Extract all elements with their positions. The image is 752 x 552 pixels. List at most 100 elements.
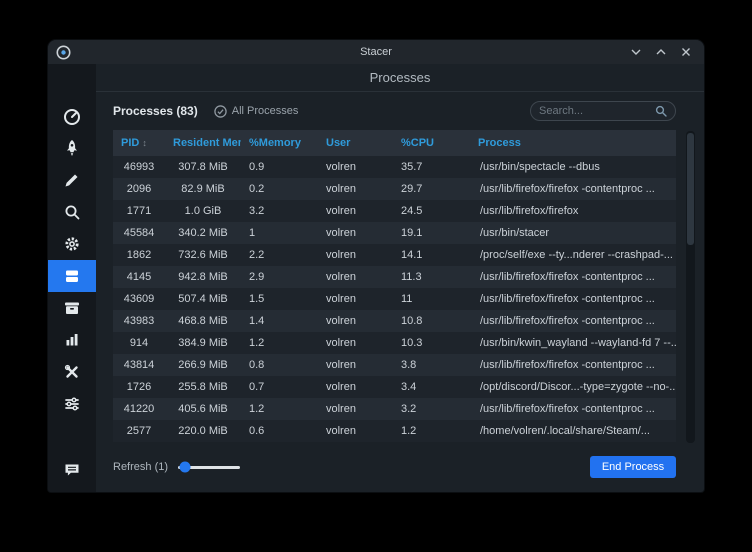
cell-memory-percent: 0.8	[241, 354, 318, 376]
cell-memory-percent: 0.2	[241, 178, 318, 200]
end-process-button[interactable]: End Process	[590, 456, 676, 478]
cell-user: volren	[318, 354, 393, 376]
cell-cpu-percent: 1.2	[393, 420, 470, 442]
cell-pid: 1771	[113, 200, 165, 222]
cell-resident-memory: 82.9 MiB	[165, 178, 241, 200]
sidebar-item-settings[interactable]	[48, 388, 96, 420]
table-row[interactable]: 1862732.6 MiB2.2volren14.1/proc/self/exe…	[113, 244, 676, 266]
sidebar-item-feedback[interactable]	[48, 454, 96, 486]
toolbar: Processes (83) All Processes	[96, 92, 704, 130]
gauge-icon	[62, 106, 82, 126]
sliders-icon	[63, 395, 81, 413]
all-processes-checkbox[interactable]: All Processes	[214, 105, 299, 118]
table-row[interactable]: 1726255.8 MiB0.7volren3.4/opt/discord/Di…	[113, 376, 676, 398]
table-row[interactable]: 43609507.4 MiB1.5volren11/usr/lib/firefo…	[113, 288, 676, 310]
cell-process: /usr/bin/kwin_wayland --wayland-fd 7 --.…	[470, 332, 676, 354]
cell-process: /usr/lib/firefox/firefox -contentproc ..…	[470, 178, 676, 200]
table-row[interactable]: 45584340.2 MiB1volren19.1/usr/bin/stacer	[113, 222, 676, 244]
column-header-user[interactable]: User	[318, 130, 393, 156]
table-header-row: PID↕Resident Mem%MemoryUser%CPUProcess	[113, 130, 676, 156]
table-row[interactable]: 17711.0 GiB3.2volren24.5/usr/lib/firefox…	[113, 200, 676, 222]
cell-user: volren	[318, 398, 393, 420]
table-row[interactable]: 2577220.0 MiB0.6volren1.2/home/volren/.l…	[113, 420, 676, 442]
cell-cpu-percent: 3.8	[393, 354, 470, 376]
table-row[interactable]: 43983468.8 MiB1.4volren10.8/usr/lib/fire…	[113, 310, 676, 332]
package-icon	[63, 299, 81, 317]
cell-resident-memory: 1.0 GiB	[165, 200, 241, 222]
cell-user: volren	[318, 332, 393, 354]
footer: Refresh (1) End Process	[96, 442, 704, 492]
sidebar-item-dashboard[interactable]	[48, 100, 96, 132]
cell-process: /home/volren/.local/share/Steam/...	[470, 420, 676, 442]
cell-pid: 2577	[113, 420, 165, 442]
close-icon[interactable]	[680, 46, 692, 58]
feedback-icon	[63, 461, 81, 479]
sidebar	[48, 64, 96, 492]
cell-process: /opt/discord/Discor...-type=zygote --no-…	[470, 376, 676, 398]
minimize-icon[interactable]	[630, 46, 642, 58]
page-title: Processes	[96, 64, 704, 92]
cell-cpu-percent: 19.1	[393, 222, 470, 244]
sidebar-item-startup-apps[interactable]	[48, 132, 96, 164]
table-row[interactable]: 914384.9 MiB1.2volren10.3/usr/bin/kwin_w…	[113, 332, 676, 354]
table-scrollbar[interactable]	[686, 131, 695, 443]
maximize-icon[interactable]	[655, 46, 667, 58]
cell-memory-percent: 1.2	[241, 332, 318, 354]
cell-memory-percent: 0.7	[241, 376, 318, 398]
cell-cpu-percent: 11	[393, 288, 470, 310]
cell-user: volren	[318, 178, 393, 200]
window-title: Stacer	[48, 46, 704, 58]
column-header-memory-percent[interactable]: %Memory	[241, 130, 318, 156]
sidebar-item-search[interactable]	[48, 196, 96, 228]
sidebar-item-services[interactable]	[48, 228, 96, 260]
sidebar-item-system-cleaner[interactable]	[48, 164, 96, 196]
table-row[interactable]: 46993307.8 MiB0.9volren35.7/usr/bin/spec…	[113, 156, 676, 178]
processes-count-label: Processes (83)	[113, 104, 198, 118]
cell-process: /usr/lib/firefox/firefox -contentproc ..…	[470, 310, 676, 332]
search-input[interactable]	[539, 105, 655, 117]
stacer-window: Stacer	[48, 40, 704, 492]
sidebar-item-helpers[interactable]	[48, 356, 96, 388]
table-row[interactable]: 41220405.6 MiB1.2volren3.2/usr/lib/firef…	[113, 398, 676, 420]
gear-icon	[63, 235, 81, 253]
cell-user: volren	[318, 200, 393, 222]
sidebar-item-resources[interactable]	[48, 324, 96, 356]
column-header-resident-memory[interactable]: Resident Mem	[165, 130, 241, 156]
column-header-process[interactable]: Process	[470, 130, 676, 156]
refresh-label: Refresh (1)	[113, 461, 168, 473]
column-header-pid[interactable]: PID↕	[113, 130, 165, 156]
scrollbar-thumb[interactable]	[687, 133, 694, 245]
cell-pid: 914	[113, 332, 165, 354]
sidebar-item-processes[interactable]	[48, 260, 96, 292]
cell-process: /usr/lib/firefox/firefox -contentproc ..…	[470, 266, 676, 288]
cell-user: volren	[318, 310, 393, 332]
cell-resident-memory: 405.6 MiB	[165, 398, 241, 420]
cell-resident-memory: 468.8 MiB	[165, 310, 241, 332]
cell-resident-memory: 255.8 MiB	[165, 376, 241, 398]
cell-cpu-percent: 10.8	[393, 310, 470, 332]
slider-knob[interactable]	[180, 462, 191, 473]
refresh-interval-slider[interactable]	[178, 466, 240, 469]
cell-memory-percent: 0.9	[241, 156, 318, 178]
table-row[interactable]: 43814266.9 MiB0.8volren3.8/usr/lib/firef…	[113, 354, 676, 376]
cell-user: volren	[318, 420, 393, 442]
cell-memory-percent: 2.2	[241, 244, 318, 266]
cell-memory-percent: 0.6	[241, 420, 318, 442]
table-row[interactable]: 4145942.8 MiB2.9volren11.3/usr/lib/firef…	[113, 266, 676, 288]
cell-pid: 1726	[113, 376, 165, 398]
column-header-cpu-percent[interactable]: %CPU	[393, 130, 470, 156]
cell-memory-percent: 2.9	[241, 266, 318, 288]
cell-memory-percent: 1.2	[241, 398, 318, 420]
table-row[interactable]: 209682.9 MiB0.2volren29.7/usr/lib/firefo…	[113, 178, 676, 200]
brush-icon	[63, 171, 81, 189]
cell-memory-percent: 1	[241, 222, 318, 244]
cell-resident-memory: 340.2 MiB	[165, 222, 241, 244]
app-body: Processes Processes (83) All Processes	[48, 64, 704, 492]
cell-user: volren	[318, 288, 393, 310]
search-box	[530, 101, 676, 121]
cell-cpu-percent: 3.2	[393, 398, 470, 420]
rocket-icon	[63, 139, 81, 157]
cell-process: /proc/self/exe --ty...nderer --crashpad-…	[470, 244, 676, 266]
sidebar-item-uninstaller[interactable]	[48, 292, 96, 324]
cell-cpu-percent: 11.3	[393, 266, 470, 288]
